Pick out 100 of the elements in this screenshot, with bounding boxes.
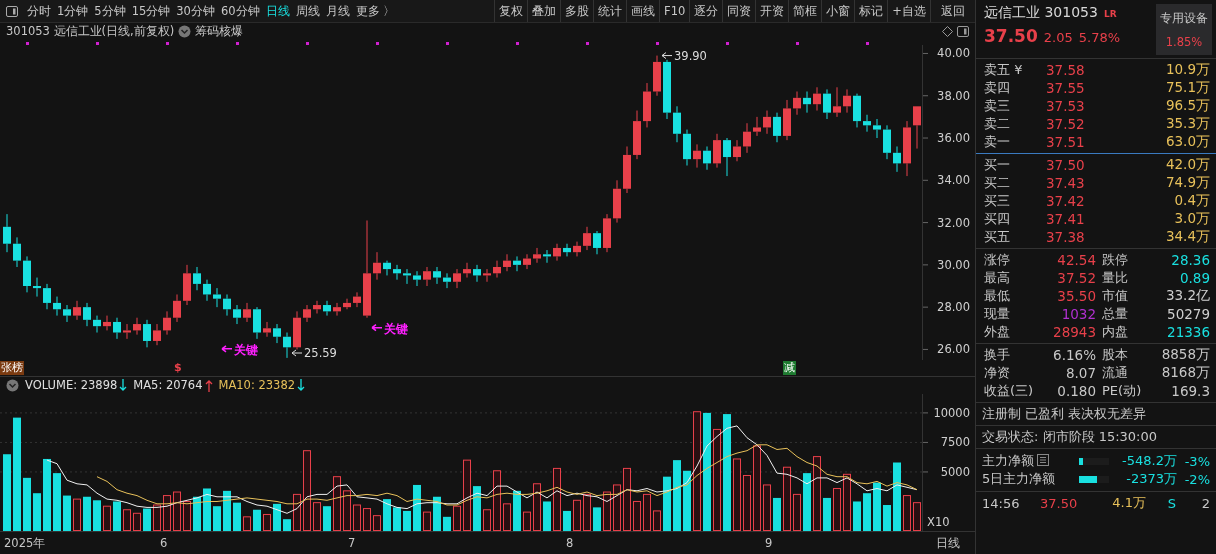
toolbar-button[interactable]: +自选 (887, 0, 930, 22)
period-tab[interactable]: 5分钟 (91, 3, 129, 19)
dropdown-icon[interactable] (178, 25, 192, 39)
candlestick (573, 241, 581, 258)
stat-value: 0.89 (1178, 270, 1210, 286)
tick-volume: 4.1万 (1111, 494, 1146, 512)
volume-bar (853, 501, 861, 531)
volume-bar (413, 484, 421, 531)
period-tab[interactable]: 分时 (24, 3, 54, 19)
candlestick (383, 260, 391, 277)
volume-bar (863, 492, 871, 531)
order-volume: 35.3万 (1164, 115, 1210, 133)
volume-bar (773, 497, 781, 531)
dropdown-icon[interactable] (6, 378, 19, 392)
axis-label: 7500 (940, 435, 970, 449)
trade-status: 交易状态: 闭市阶段 15:30:00 (982, 428, 1158, 446)
volume-bar (553, 467, 561, 531)
volume-bar (673, 459, 681, 531)
period-tab[interactable]: 日线 (262, 3, 293, 19)
candlestick (533, 247, 541, 264)
candlestick (873, 118, 881, 139)
price-callout: 39.90 (661, 49, 707, 63)
volume-bar (333, 475, 341, 531)
volume-bar (173, 491, 181, 531)
period-tab[interactable]: 1分钟 (54, 3, 92, 19)
candlestick (523, 254, 531, 270)
candlestick (783, 99, 791, 142)
candlestick (23, 256, 31, 294)
toolbar-button[interactable]: 同资 (722, 0, 756, 22)
toolbar-button[interactable]: 简框 (788, 0, 822, 22)
fund-flow-label: 5日主力净额 (982, 470, 1056, 488)
candlestick (63, 304, 71, 323)
order-label: 卖三 (984, 97, 1011, 115)
volume-bar (63, 495, 71, 531)
volume-bar (583, 493, 591, 531)
toolbar-button[interactable]: 小窗 (821, 0, 855, 22)
candlestick (293, 311, 301, 351)
back-button[interactable]: 返回 (930, 0, 975, 22)
volume-bar (763, 484, 771, 531)
volume-bar (203, 488, 211, 531)
panel-toggle-icon[interactable] (957, 26, 969, 38)
volume-bar (663, 476, 671, 531)
signal-marker: 张榜 (0, 361, 24, 376)
volume-bar (53, 472, 61, 531)
stat-label: 流通 (1102, 364, 1129, 382)
candlestick (503, 254, 511, 273)
volume-bar (643, 493, 651, 531)
date-label: 9 (765, 535, 773, 550)
stat-value: 8.07 (1064, 365, 1096, 381)
toolbar-button[interactable]: F10 (659, 0, 690, 22)
candlestick (253, 307, 261, 340)
order-price: 37.43 (1046, 175, 1086, 191)
volume-bar (193, 496, 201, 531)
stat-label: 量比 (1102, 269, 1129, 287)
list-icon[interactable] (1037, 453, 1049, 469)
period-tab[interactable]: 月线 (322, 3, 353, 19)
volume-bar (293, 493, 301, 531)
period-tab[interactable]: 15分钟 (128, 3, 174, 19)
period-tab[interactable]: 30分钟 (173, 3, 218, 19)
sector-percent: 1.85% (1165, 34, 1203, 49)
axis-label: 30.00 (937, 258, 970, 273)
period-tab[interactable]: 60分钟 (217, 3, 263, 19)
period-tab[interactable]: 周线 (292, 3, 323, 19)
volume-bar (653, 510, 661, 531)
toolbar-button[interactable]: 开资 (755, 0, 789, 22)
volume-bar (153, 504, 161, 531)
last-price: 37.50 (984, 26, 1038, 46)
toolbar-button[interactable]: 多股 (560, 0, 594, 22)
candlestick (883, 125, 891, 161)
volume-bar (873, 482, 881, 531)
volume-bar (483, 508, 491, 531)
order-price: 37.41 (1046, 211, 1086, 227)
toolbar-button[interactable]: 叠加 (527, 0, 561, 22)
volume-bar (313, 501, 321, 531)
volume-bar (123, 508, 131, 531)
period-tab[interactable]: 更多 〉 (352, 3, 399, 19)
volume-bar (403, 510, 411, 531)
volume-bar (263, 513, 271, 531)
stat-label: 最低 (984, 287, 1011, 305)
sector-card[interactable]: 专用设备 1.85% (1156, 4, 1212, 55)
candlestick (583, 226, 591, 251)
toolbar-button[interactable]: 逐分 (689, 0, 723, 22)
stat-label: 净资 (984, 364, 1011, 382)
candlestick (93, 315, 101, 334)
candlestick (223, 294, 231, 317)
order-price: 37.55 (1046, 80, 1086, 96)
volume-bar (353, 504, 361, 531)
order-label: 买五 (984, 228, 1011, 246)
stat-label: 最高 (984, 269, 1011, 287)
toolbar-button[interactable]: 画线 (626, 0, 660, 22)
flow-value: -2373万 (1125, 470, 1177, 488)
toolbar-button[interactable]: 标记 (854, 0, 888, 22)
diamond-icon[interactable] (942, 26, 953, 38)
toolbar-button[interactable]: 复权 (494, 0, 528, 22)
candlestick (203, 279, 211, 302)
volume-bar (453, 505, 461, 531)
sector-name: 专用设备 (1160, 10, 1208, 26)
toolbar-button[interactable]: 统计 (593, 0, 627, 22)
volume-bar (93, 499, 101, 531)
candlestick (843, 89, 851, 114)
